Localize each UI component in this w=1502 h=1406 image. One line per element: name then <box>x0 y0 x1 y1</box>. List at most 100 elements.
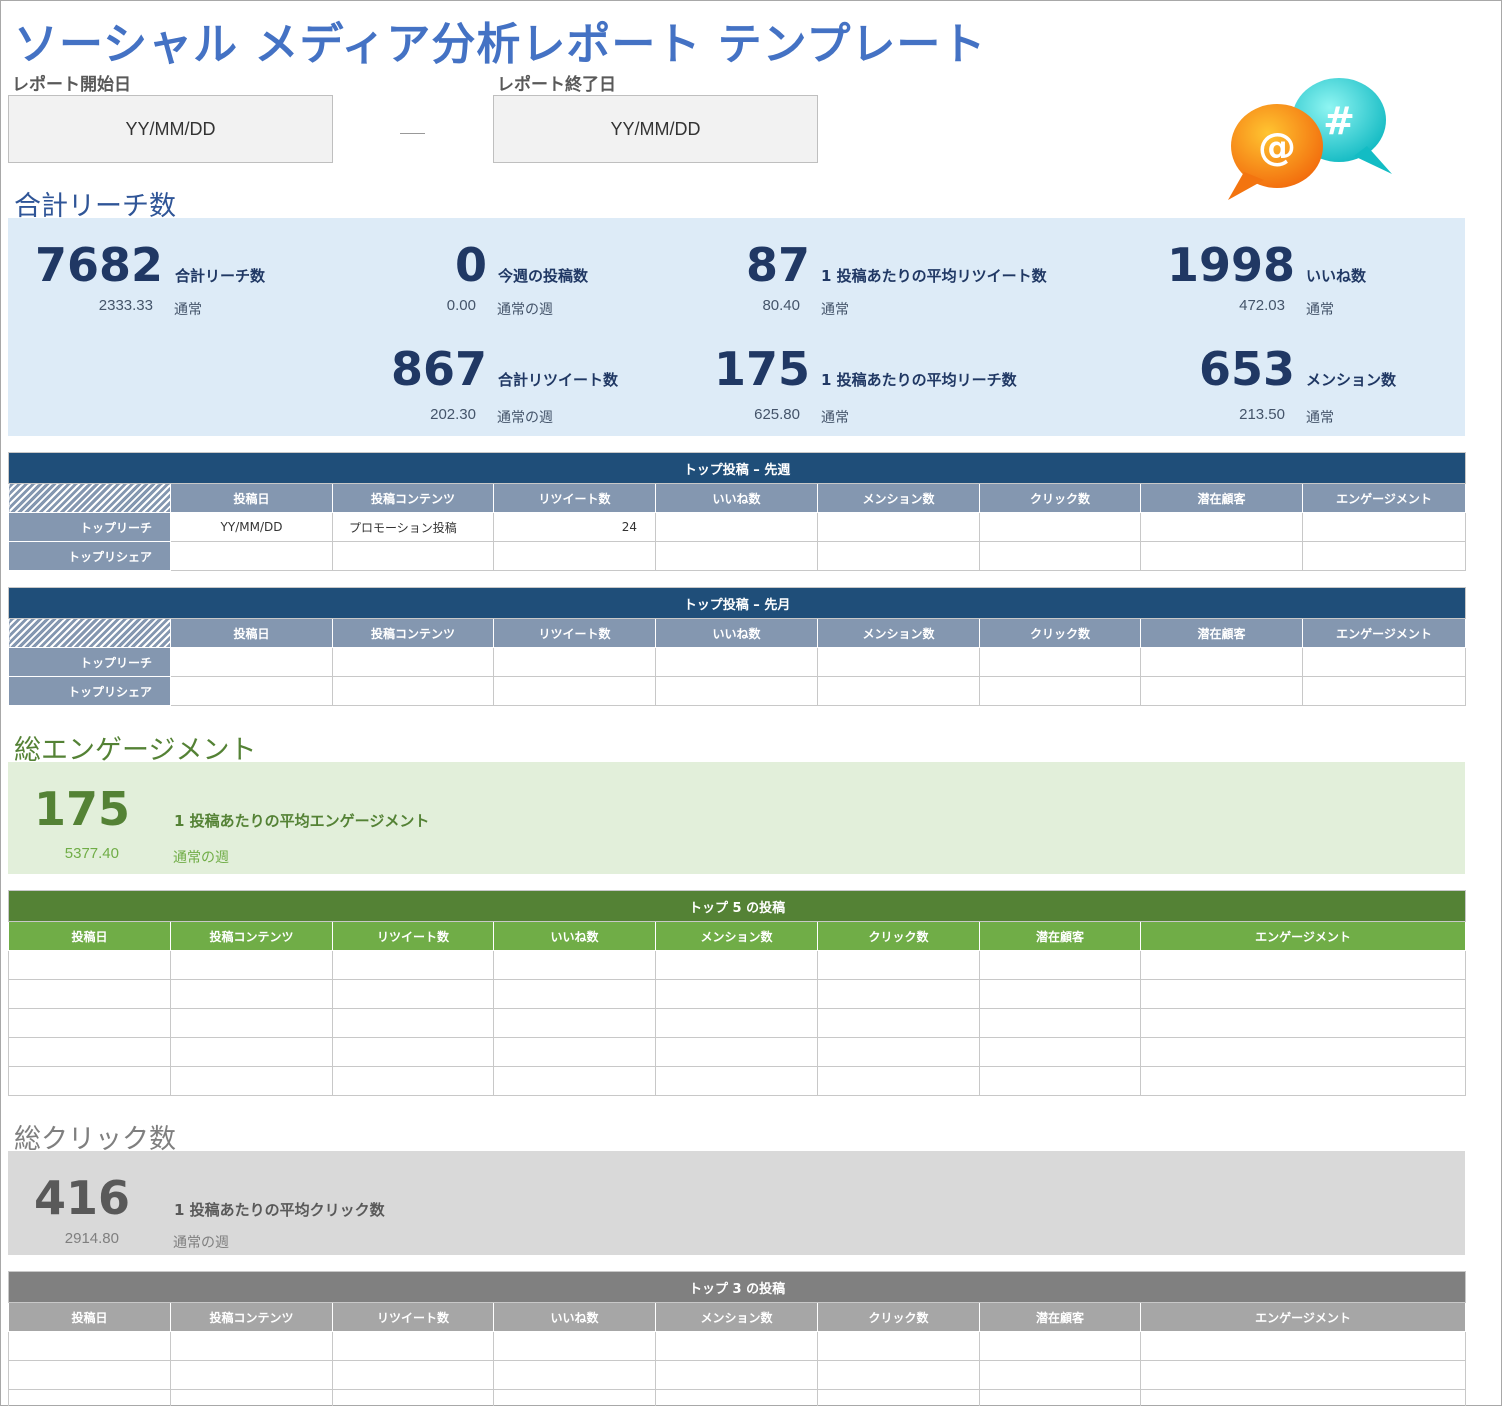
table-cell[interactable] <box>1140 647 1303 677</box>
table-cell[interactable] <box>170 950 333 980</box>
table-cell[interactable] <box>979 950 1141 980</box>
page-title: ソーシャル メディア分析レポート テンプレート <box>14 19 987 70</box>
table-cell[interactable] <box>170 1389 333 1406</box>
table-cell[interactable] <box>170 541 333 571</box>
table-cell[interactable] <box>979 676 1141 706</box>
table-cell[interactable] <box>332 541 494 571</box>
table-cell[interactable] <box>493 1360 656 1390</box>
table-cell[interactable] <box>1139 979 1467 1009</box>
table-cell[interactable] <box>332 1331 494 1361</box>
table-cell[interactable] <box>817 979 980 1009</box>
table-cell[interactable] <box>332 1037 494 1067</box>
table-cell[interactable] <box>493 1008 656 1038</box>
table-cell[interactable] <box>655 1389 818 1406</box>
table-cell[interactable] <box>1140 676 1303 706</box>
table-cell[interactable] <box>332 979 494 1009</box>
table-cell[interactable] <box>493 979 656 1009</box>
table-cell[interactable] <box>655 647 818 677</box>
table-cell[interactable] <box>817 1331 980 1361</box>
table-cell[interactable] <box>1301 676 1467 706</box>
table-cell[interactable] <box>170 1360 333 1390</box>
table-cell[interactable] <box>817 1389 980 1406</box>
table-cell[interactable] <box>1139 1389 1467 1406</box>
table-cell[interactable] <box>170 1331 333 1361</box>
table-cell[interactable] <box>1139 1008 1467 1038</box>
table-cell[interactable] <box>332 676 494 706</box>
table-cell[interactable] <box>493 1389 656 1406</box>
table-cell[interactable] <box>655 1331 818 1361</box>
table-cell[interactable] <box>493 1037 656 1067</box>
table-cell[interactable] <box>655 1037 818 1067</box>
table-cell[interactable]: プロモーション投稿 <box>332 512 494 542</box>
table-cell[interactable] <box>655 1066 818 1096</box>
table-cell[interactable] <box>979 541 1141 571</box>
table-cell[interactable] <box>817 1066 980 1096</box>
table-cell[interactable] <box>8 1008 171 1038</box>
table-cell[interactable] <box>8 1331 171 1361</box>
table-cell[interactable] <box>332 1389 494 1406</box>
table-cell[interactable] <box>817 950 980 980</box>
table-cell[interactable] <box>170 647 333 677</box>
table-cell[interactable] <box>655 950 818 980</box>
table-cell[interactable] <box>979 1037 1141 1067</box>
table-cell[interactable] <box>8 979 171 1009</box>
table-cell[interactable] <box>493 1066 656 1096</box>
table-cell[interactable] <box>332 950 494 980</box>
table-cell[interactable]: 24 <box>493 512 656 542</box>
table-cell[interactable] <box>1140 512 1303 542</box>
table-cell[interactable] <box>817 541 980 571</box>
table-cell[interactable] <box>1139 1360 1467 1390</box>
table-cell[interactable] <box>979 1331 1141 1361</box>
table-cell[interactable] <box>1139 1331 1467 1361</box>
table-cell[interactable] <box>170 1037 333 1067</box>
table-cell[interactable] <box>332 647 494 677</box>
table-cell[interactable] <box>170 979 333 1009</box>
start-date-field[interactable]: YY/MM/DD <box>8 95 333 163</box>
table-cell[interactable]: YY/MM/DD <box>170 512 333 542</box>
table-cell[interactable] <box>170 676 333 706</box>
table-cell[interactable] <box>655 676 818 706</box>
table-cell[interactable] <box>332 1360 494 1390</box>
table-cell[interactable] <box>1139 1066 1467 1096</box>
table-cell[interactable] <box>655 541 818 571</box>
table-cell[interactable] <box>1139 1037 1467 1067</box>
table-cell[interactable] <box>1140 541 1303 571</box>
table-cell[interactable] <box>493 541 656 571</box>
table-cell[interactable] <box>655 512 818 542</box>
table-cell[interactable] <box>8 1037 171 1067</box>
table-cell[interactable] <box>1301 512 1467 542</box>
table-cell[interactable] <box>170 1008 333 1038</box>
table-cell[interactable] <box>8 1389 171 1406</box>
table-cell[interactable] <box>1301 647 1467 677</box>
table-cell[interactable] <box>817 1360 980 1390</box>
table-cell[interactable] <box>493 1331 656 1361</box>
table-cell[interactable] <box>817 1037 980 1067</box>
table-cell[interactable] <box>170 1066 333 1096</box>
table-cell[interactable] <box>979 647 1141 677</box>
table-cell[interactable] <box>655 979 818 1009</box>
table-cell[interactable] <box>979 979 1141 1009</box>
table-cell[interactable] <box>979 1360 1141 1390</box>
table-cell[interactable] <box>332 1066 494 1096</box>
table-cell[interactable] <box>979 512 1141 542</box>
table-cell[interactable] <box>817 647 980 677</box>
table-cell[interactable] <box>493 676 656 706</box>
table-cell[interactable] <box>1139 950 1467 980</box>
table-cell[interactable] <box>8 950 171 980</box>
table-cell[interactable] <box>979 1389 1141 1406</box>
table-cell[interactable] <box>493 647 656 677</box>
end-date-field[interactable]: YY/MM/DD <box>493 95 818 163</box>
column-header: 投稿コンテンツ <box>332 483 494 513</box>
table-cell[interactable] <box>1301 541 1467 571</box>
table-cell[interactable] <box>332 1008 494 1038</box>
table-cell[interactable] <box>817 1008 980 1038</box>
table-cell[interactable] <box>655 1360 818 1390</box>
table-cell[interactable] <box>979 1008 1141 1038</box>
table-cell[interactable] <box>979 1066 1141 1096</box>
table-cell[interactable] <box>8 1360 171 1390</box>
table-cell[interactable] <box>655 1008 818 1038</box>
table-cell[interactable] <box>8 1066 171 1096</box>
table-cell[interactable] <box>817 512 980 542</box>
table-cell[interactable] <box>493 950 656 980</box>
table-cell[interactable] <box>817 676 980 706</box>
